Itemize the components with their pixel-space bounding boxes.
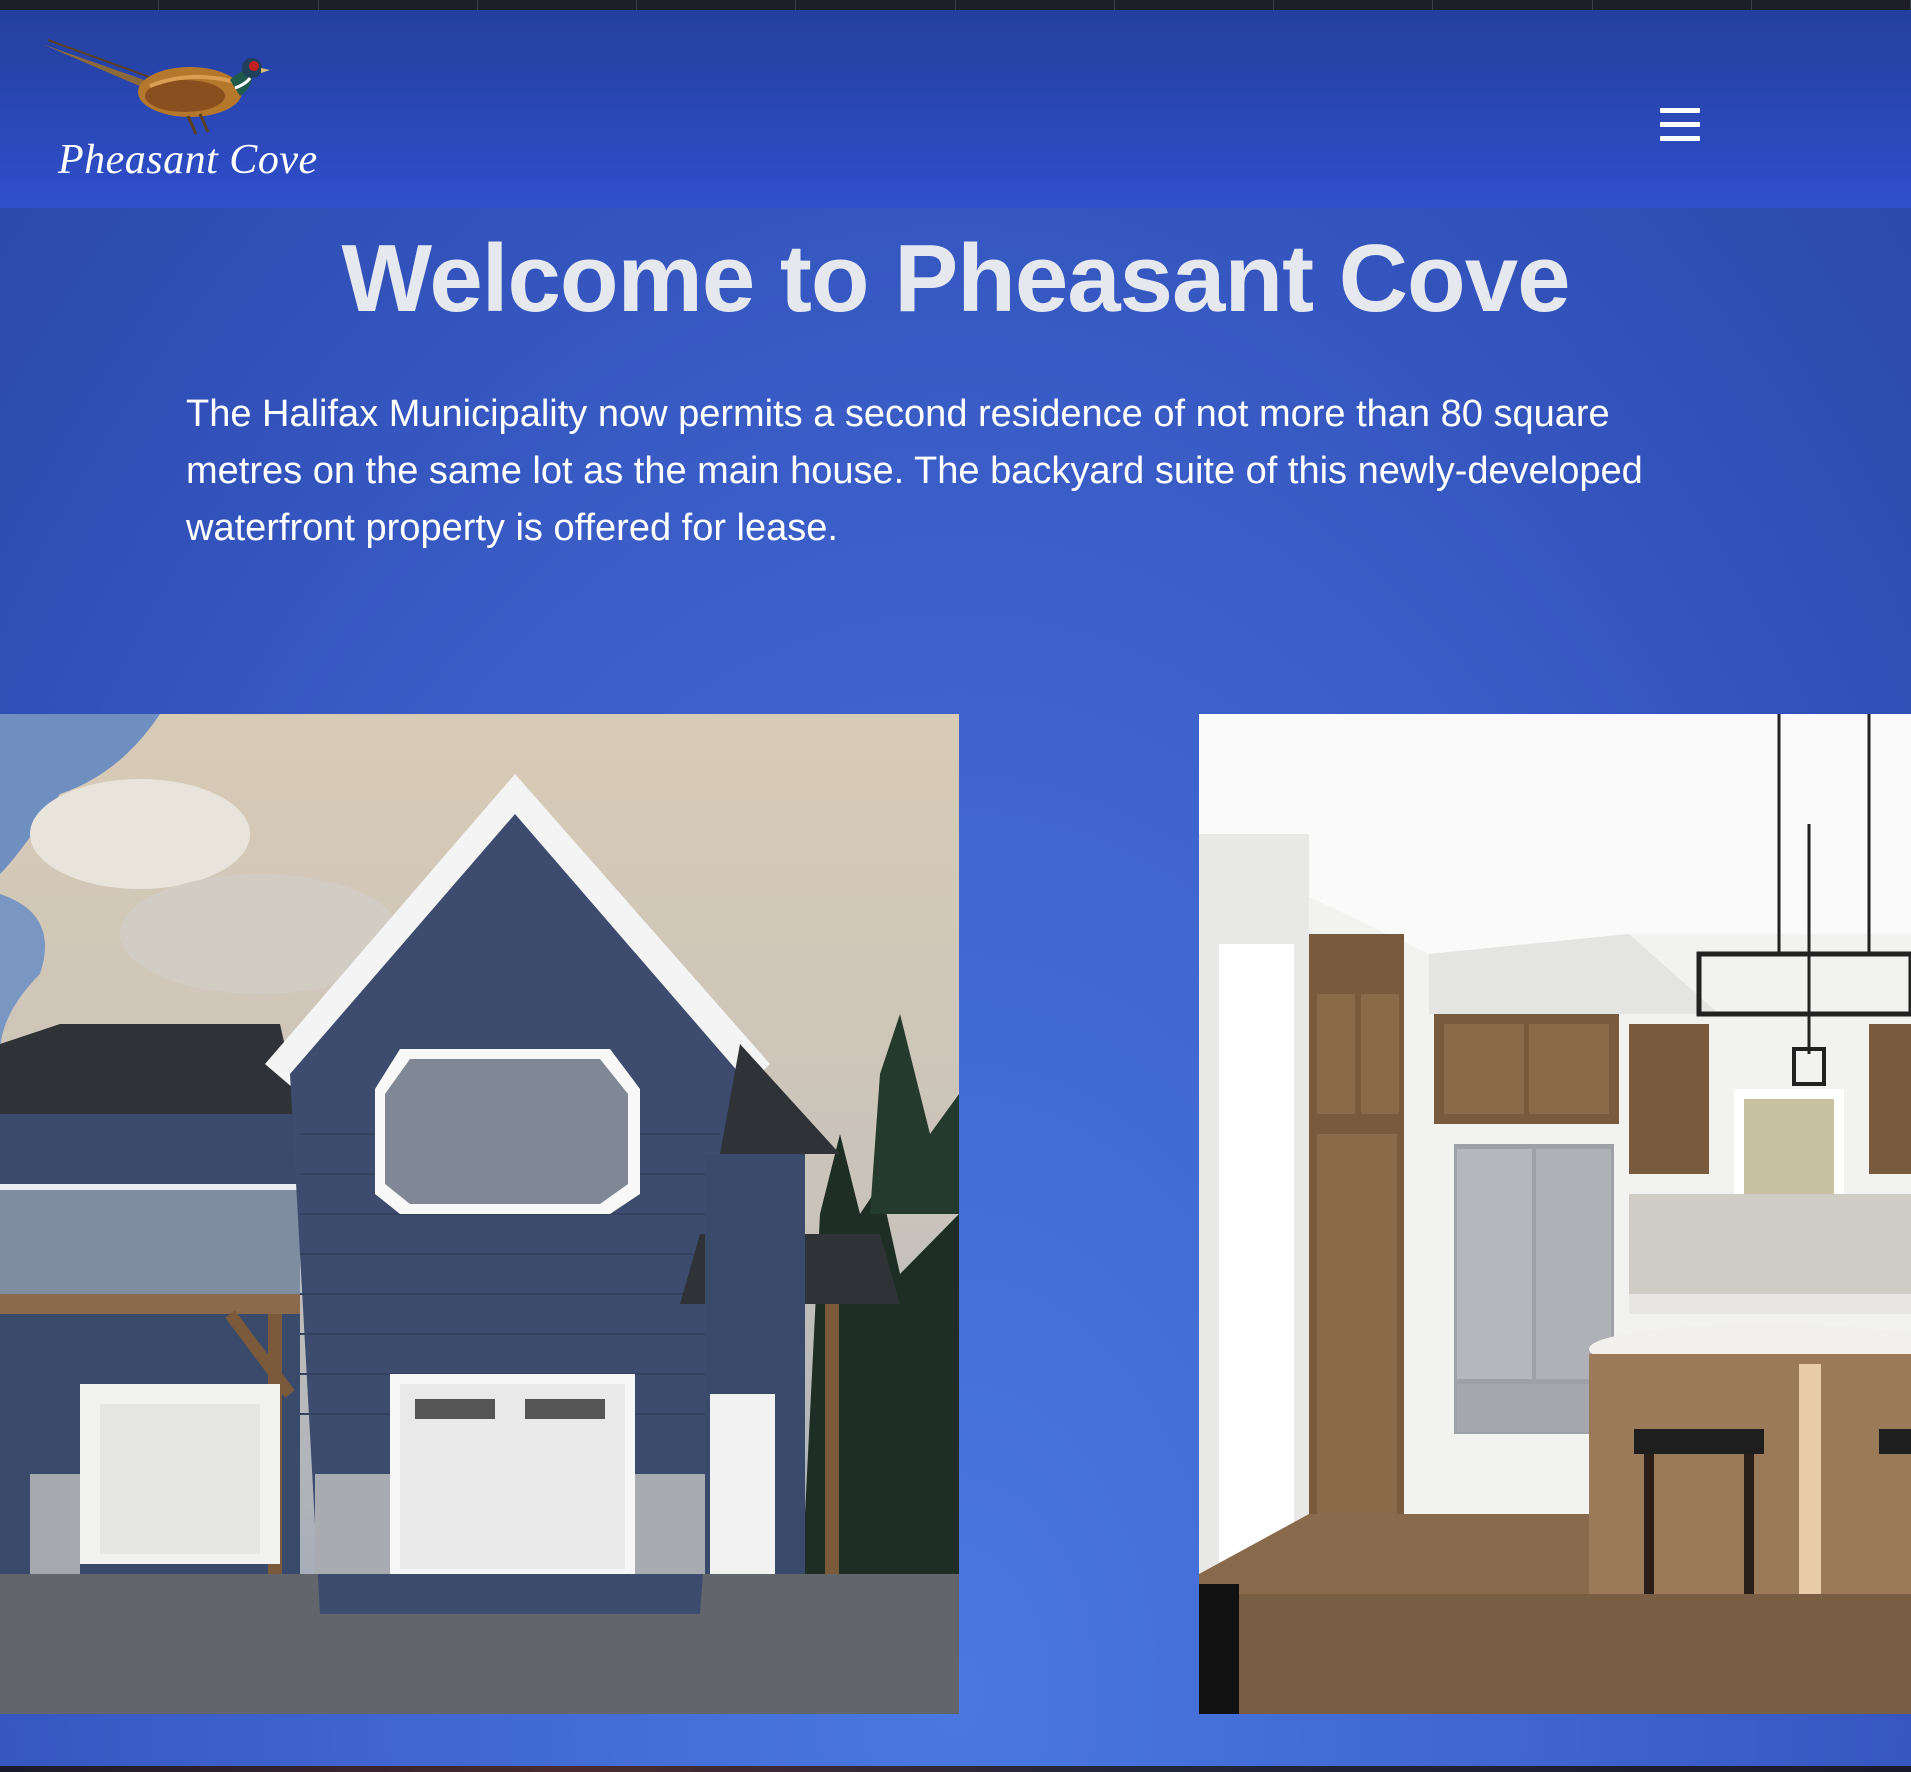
pheasant-icon [42,39,270,135]
kitchen-interior-photo [1199,714,1911,1714]
browser-top-strip [0,0,1911,10]
site-logo-link[interactable]: Pheasant Cove [40,30,317,190]
hamburger-menu-button[interactable] [1650,98,1710,154]
site-header: Pheasant Cove [0,10,1911,208]
house-exterior-photo [0,714,959,1714]
hero-section: Welcome to Pheasant Cove The Halifax Mun… [0,208,1911,1772]
intro-paragraph: The Halifax Municipality now permits a s… [186,393,1643,549]
browser-bottom-strip [0,1766,1911,1772]
page-title: Welcome to Pheasant Cove [341,225,1571,332]
hamburger-menu-icon [1660,108,1700,113]
logo-text: Pheasant Cove [58,137,318,183]
